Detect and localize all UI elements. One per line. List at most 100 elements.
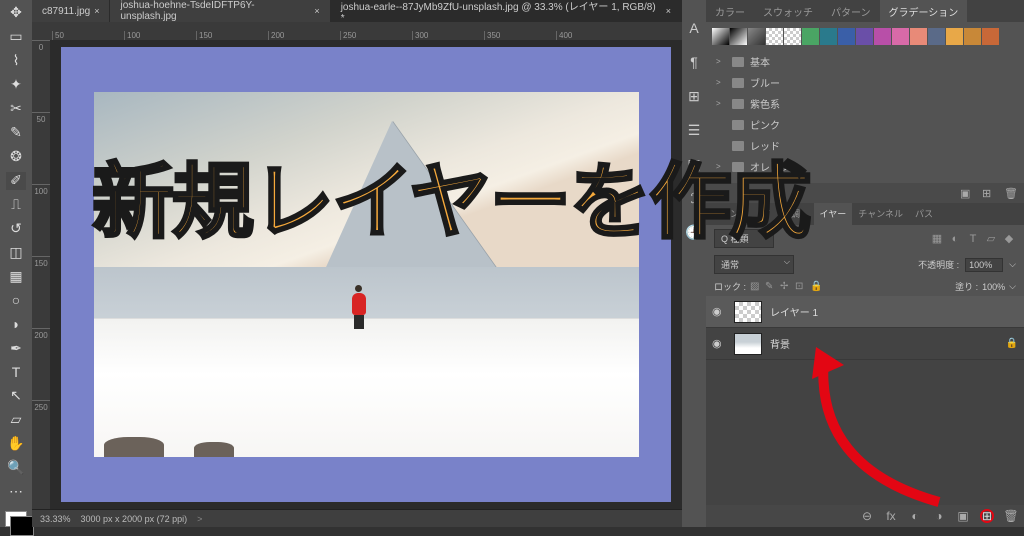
link-layers-icon[interactable]: ⊖ xyxy=(860,509,874,523)
shape-tool[interactable]: ▱ xyxy=(6,411,26,429)
gradient-swatch[interactable] xyxy=(856,28,873,45)
folder-icon xyxy=(732,57,744,67)
filter-smart-icon[interactable]: ◆ xyxy=(1002,232,1016,246)
dodge-tool[interactable]: ◗ xyxy=(6,315,26,333)
gradient-swatch[interactable] xyxy=(784,28,801,45)
ruler-horizontal: 50100150200250300350400 xyxy=(32,22,682,40)
tab-paths[interactable]: パス xyxy=(909,203,939,225)
edit-toolbar[interactable]: ⋯ xyxy=(6,483,26,501)
opacity-field[interactable]: 100% xyxy=(965,258,1003,272)
brush-tool[interactable]: ✐ xyxy=(6,172,26,190)
gradient-folder[interactable]: >紫色系 xyxy=(712,93,1018,114)
fx-icon[interactable]: fx xyxy=(884,509,898,523)
close-icon[interactable]: × xyxy=(94,6,99,16)
mask-icon[interactable]: ◐ xyxy=(908,509,922,523)
gradient-swatch[interactable] xyxy=(730,28,747,45)
disclosure-icon: > xyxy=(716,78,726,87)
new-icon[interactable]: ⊞ xyxy=(982,187,994,199)
gradient-tool[interactable]: ▦ xyxy=(6,267,26,285)
layer-name: 背景 xyxy=(770,336,790,351)
close-icon[interactable]: × xyxy=(314,6,319,16)
lock-position-icon[interactable]: ✢ xyxy=(780,281,792,293)
close-icon[interactable]: × xyxy=(666,6,671,16)
fill-label: 塗り : xyxy=(955,280,978,293)
stamp-tool[interactable]: ⎍ xyxy=(6,196,26,214)
chevron-down-icon[interactable]: ⌵ xyxy=(1009,259,1016,270)
type-tool[interactable]: T xyxy=(6,363,26,381)
gradient-swatch[interactable] xyxy=(820,28,837,45)
type-panel-icon[interactable]: A xyxy=(686,20,702,36)
gradient-swatch[interactable] xyxy=(766,28,783,45)
glyphs-icon[interactable]: ⊞ xyxy=(686,88,702,104)
gradient-folder[interactable]: >基本 xyxy=(712,51,1018,72)
blend-mode-select[interactable]: 通常 xyxy=(714,255,794,274)
marquee-tool[interactable]: ▭ xyxy=(6,28,26,46)
history-brush-tool[interactable]: ↺ xyxy=(6,219,26,237)
gradient-swatch[interactable] xyxy=(874,28,891,45)
doc-dimensions: 3000 px x 2000 px (72 ppi) xyxy=(81,514,188,524)
chevron-down-icon[interactable]: ⌵ xyxy=(1009,281,1016,292)
eraser-tool[interactable]: ◫ xyxy=(6,243,26,261)
tab-channels[interactable]: チャンネル xyxy=(852,203,909,225)
layer-item[interactable]: ◉ 背景 🔒 xyxy=(706,328,1024,360)
pen-tool[interactable]: ✒ xyxy=(6,339,26,357)
gradient-swatch[interactable] xyxy=(964,28,981,45)
visibility-icon[interactable]: ◉ xyxy=(712,305,726,318)
healing-tool[interactable]: ❂ xyxy=(6,148,26,166)
zoom-level[interactable]: 33.33% xyxy=(40,514,71,524)
tab-patterns[interactable]: パターン xyxy=(822,0,880,22)
new-layer-button[interactable]: ⊞ xyxy=(980,509,994,523)
paragraph-panel-icon[interactable]: ¶ xyxy=(686,54,702,70)
trash-icon[interactable]: 🗑 xyxy=(1004,187,1016,199)
adjustment-icon[interactable]: ◑ xyxy=(932,509,946,523)
crop-tool[interactable]: ✂ xyxy=(6,100,26,118)
gradient-swatch[interactable] xyxy=(748,28,765,45)
gradient-swatch[interactable] xyxy=(802,28,819,45)
visibility-icon[interactable]: ◉ xyxy=(712,337,726,350)
blur-tool[interactable]: ○ xyxy=(6,291,26,309)
gradient-swatch[interactable] xyxy=(892,28,909,45)
layer-item[interactable]: ◉ レイヤー 1 xyxy=(706,296,1024,328)
gradient-swatch[interactable] xyxy=(910,28,927,45)
gradient-folder[interactable]: ピンク xyxy=(712,114,1018,135)
path-tool[interactable]: ↖ xyxy=(6,387,26,405)
chevron-right-icon[interactable]: > xyxy=(197,514,202,524)
tab-color[interactable]: カラー xyxy=(706,0,754,22)
filter-adjust-icon[interactable]: ◐ xyxy=(948,232,962,246)
gradient-swatch[interactable] xyxy=(712,28,729,45)
filter-type-icon[interactable]: T xyxy=(966,232,980,246)
wand-tool[interactable]: ✦ xyxy=(6,76,26,94)
lock-transparent-icon[interactable]: ▨ xyxy=(750,281,762,293)
zoom-tool[interactable]: 🔍 xyxy=(6,459,26,477)
doc-tab-2[interactable]: joshua-earle--87JyMb9ZfU-unsplash.jpg @ … xyxy=(331,0,682,22)
canvas[interactable] xyxy=(50,40,682,509)
move-tool[interactable]: ✥ xyxy=(6,4,26,22)
doc-tab-0[interactable]: c87911.jpg× xyxy=(32,0,110,22)
gradient-folder[interactable]: レッド xyxy=(712,135,1018,156)
lock-artboard-icon[interactable]: ⊡ xyxy=(795,281,807,293)
tab-layers[interactable]: イヤー xyxy=(814,203,853,225)
gradient-folder[interactable]: >ブルー xyxy=(712,72,1018,93)
color-swatches[interactable] xyxy=(5,511,27,527)
gradient-swatch[interactable] xyxy=(838,28,855,45)
eyedropper-tool[interactable]: ✎ xyxy=(6,124,26,142)
lock-pixel-icon[interactable]: ✎ xyxy=(765,281,777,293)
tab-gradients[interactable]: グラデーション xyxy=(880,0,968,22)
tab-swatches[interactable]: スウォッチ xyxy=(754,0,822,22)
fill-field[interactable]: 100% xyxy=(982,282,1005,292)
disclosure-icon: > xyxy=(716,99,726,108)
group-icon[interactable]: ▣ xyxy=(956,509,970,523)
delete-layer-icon[interactable]: 🗑 xyxy=(1004,509,1018,523)
align-icon[interactable]: ☰ xyxy=(686,122,702,138)
filter-pixel-icon[interactable]: ▦ xyxy=(930,232,944,246)
layers-footer: ⊖ fx ◐ ◑ ▣ ⊞ 🗑 xyxy=(706,505,1024,527)
filter-shape-icon[interactable]: ▱ xyxy=(984,232,998,246)
library-icon[interactable]: ▣ xyxy=(960,187,972,199)
lasso-tool[interactable]: ⌇ xyxy=(6,52,26,70)
lock-all-icon[interactable]: 🔒 xyxy=(810,281,822,293)
gradient-swatch[interactable] xyxy=(928,28,945,45)
doc-tab-1[interactable]: joshua-hoehne-TsdeIDFTP6Y-unsplash.jpg× xyxy=(110,0,330,22)
gradient-swatch[interactable] xyxy=(982,28,999,45)
hand-tool[interactable]: ✋ xyxy=(6,435,26,453)
gradient-swatch[interactable] xyxy=(946,28,963,45)
